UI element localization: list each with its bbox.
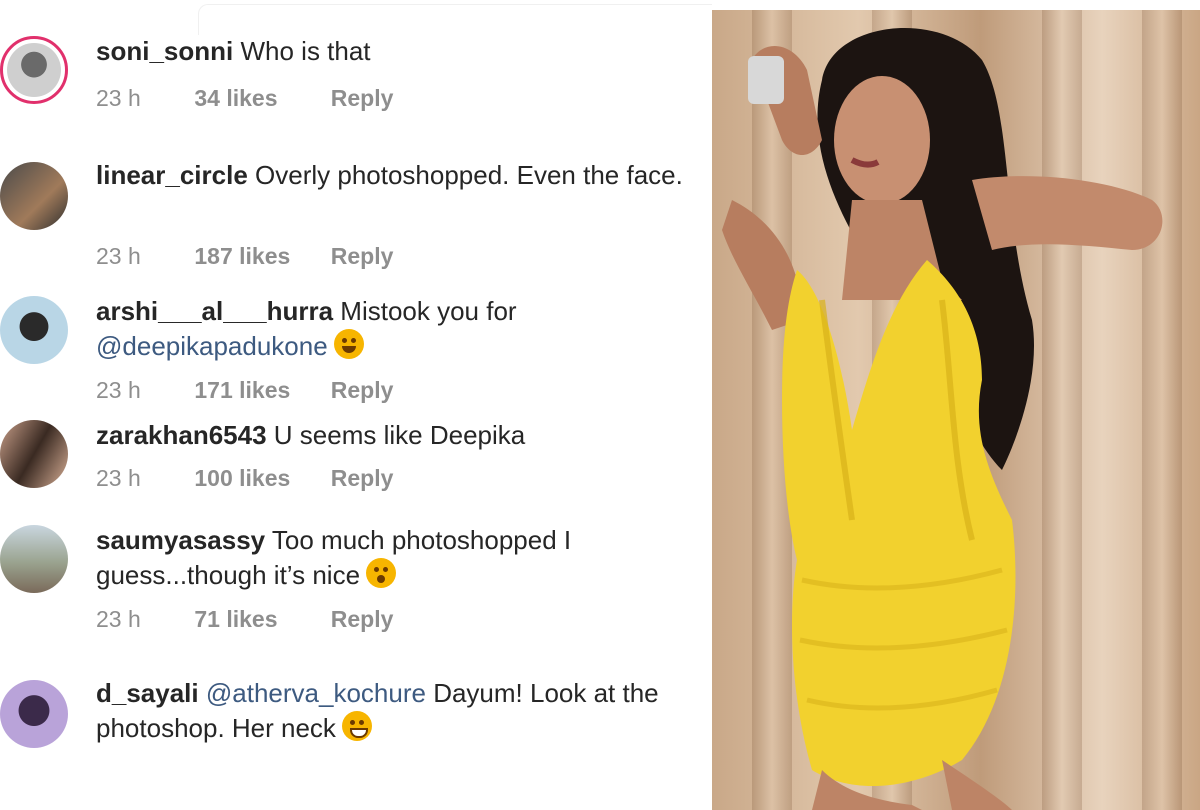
rolling-laughing-emoji-icon (333, 329, 364, 359)
comment-username[interactable]: linear_circle (96, 160, 248, 190)
comment-timestamp: 23 h (96, 243, 141, 269)
comment-likes[interactable]: 34 likes (194, 84, 324, 112)
comment-username[interactable]: zarakhan6543 (96, 420, 267, 450)
panel-border (198, 4, 712, 35)
comment-timestamp: 23 h (96, 465, 141, 491)
grinning-face-emoji-icon (341, 711, 372, 741)
comment-text: Mistook you for (340, 296, 517, 326)
reply-button[interactable]: Reply (331, 464, 394, 492)
comment-timestamp: 23 h (96, 377, 141, 403)
comment-mention-link[interactable]: @deepikapadukone (96, 331, 328, 361)
comment-likes[interactable]: 187 likes (194, 242, 324, 270)
kissing-face-emoji-icon (366, 558, 397, 588)
comment-username[interactable]: arshi___al___hurra (96, 296, 333, 326)
profile-avatar-icon[interactable] (0, 420, 68, 488)
reply-button[interactable]: Reply (331, 84, 394, 112)
comment-text: Overly photoshopped. Even the face. (255, 160, 683, 190)
comment-mention-link[interactable]: @atherva_kochure (206, 678, 426, 708)
profile-avatar-icon[interactable] (0, 296, 68, 364)
comment-timestamp: 23 h (96, 606, 141, 632)
comment-likes[interactable]: 71 likes (194, 605, 324, 633)
comment-timestamp: 23 h (96, 85, 141, 111)
photo-panel (712, 0, 1200, 810)
reply-button[interactable]: Reply (331, 376, 394, 404)
comment-username[interactable]: saumyasassy (96, 525, 265, 555)
bottom-fade (0, 750, 712, 810)
profile-avatar-icon (7, 43, 61, 97)
avatar[interactable] (0, 36, 68, 104)
profile-avatar-icon[interactable] (0, 162, 68, 230)
comment-likes[interactable]: 100 likes (194, 464, 324, 492)
reply-button[interactable]: Reply (331, 605, 394, 633)
comment-username[interactable]: d_sayali (96, 678, 199, 708)
comment-text: U seems like Deepika (273, 420, 526, 450)
profile-avatar-icon[interactable] (0, 680, 68, 748)
comments-panel: soni_sonni Who is that 23 h 34 likes Rep… (0, 0, 712, 810)
woman-in-yellow-dress-image (722, 27, 1163, 810)
comment-text: Who is that (240, 36, 371, 66)
comment-username[interactable]: soni_sonni (96, 36, 233, 66)
comment-likes[interactable]: 171 likes (194, 376, 324, 404)
profile-avatar-icon[interactable] (0, 525, 68, 593)
reply-button[interactable]: Reply (331, 242, 394, 270)
